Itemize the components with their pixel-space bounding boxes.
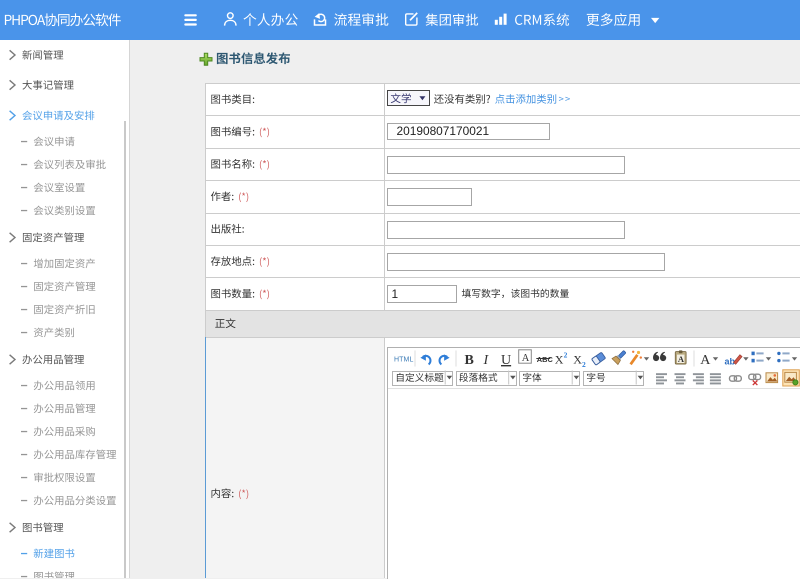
svg-text:U: U: [501, 353, 511, 368]
svg-text:ab: ab: [725, 357, 736, 367]
svg-text:A: A: [522, 353, 530, 364]
svg-text:A: A: [678, 354, 685, 364]
svg-text:ABC: ABC: [537, 355, 554, 364]
svg-text:2: 2: [582, 360, 586, 369]
svg-text:I: I: [483, 353, 490, 368]
svg-text:X: X: [555, 353, 564, 367]
svg-text:2: 2: [564, 351, 568, 360]
svg-text:HTML: HTML: [394, 357, 413, 364]
svg-text:A: A: [700, 353, 711, 368]
svg-text:B: B: [465, 353, 474, 368]
svg-text:X: X: [573, 353, 582, 367]
